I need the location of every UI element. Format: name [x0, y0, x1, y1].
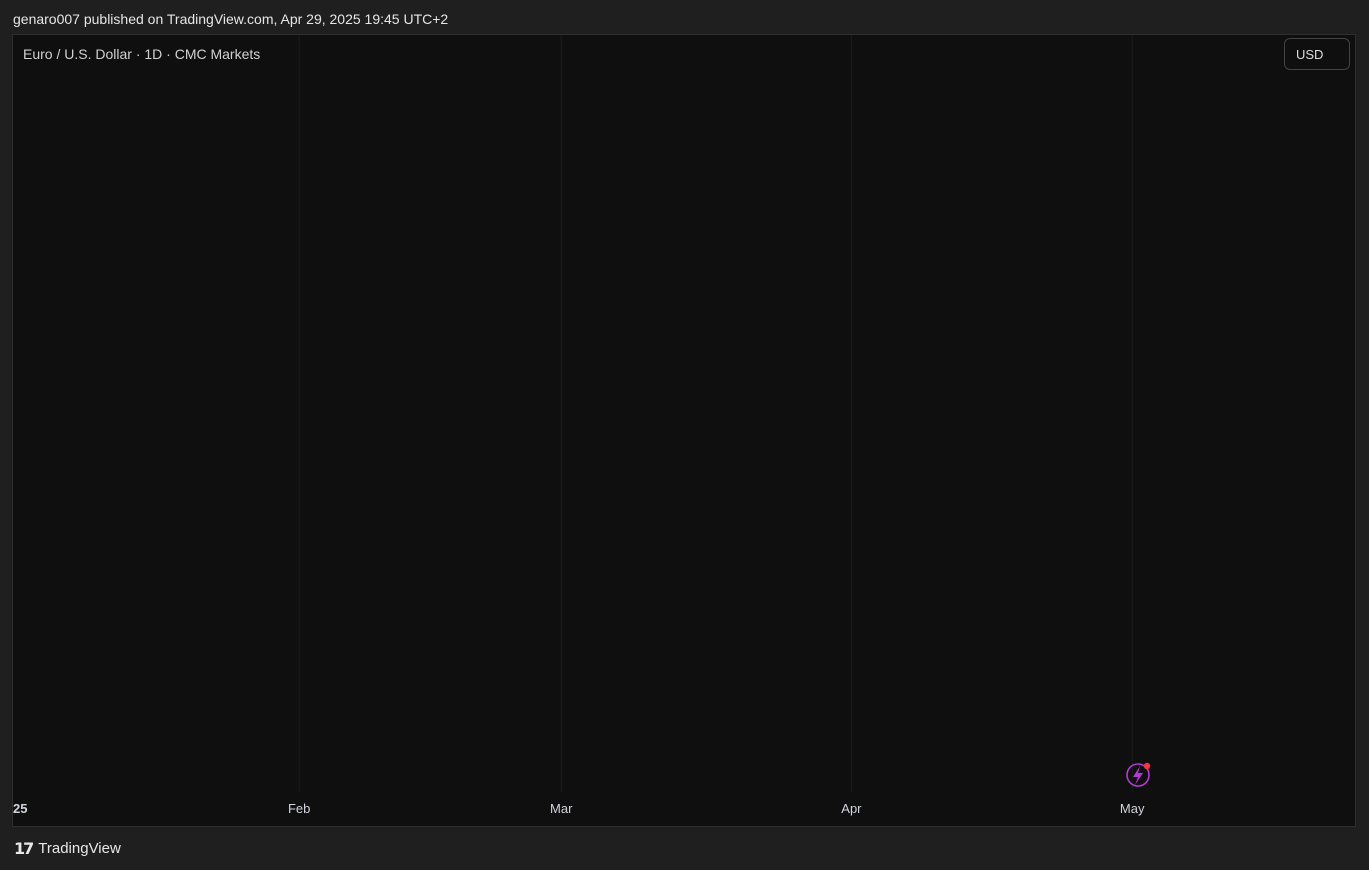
- x-tick-label: Mar: [550, 801, 573, 816]
- flash-icon[interactable]: [1126, 762, 1151, 787]
- currency-button[interactable]: USD: [1284, 38, 1350, 70]
- footer-bar: [0, 827, 1369, 870]
- x-tick-label: Apr: [841, 801, 862, 816]
- tradingview-logo[interactable]: 17 TradingView: [14, 839, 121, 858]
- x-tick-label: 25: [13, 801, 27, 816]
- currency-label: USD: [1296, 46, 1324, 62]
- symbol-title: Euro / U.S. Dollar · 1D · CMC Markets: [23, 46, 261, 62]
- price-chart[interactable]: 1.010001.020001.030001.040001.050001.060…: [0, 0, 1369, 870]
- x-tick-label: May: [1120, 801, 1145, 816]
- x-tick-label: Feb: [288, 801, 310, 816]
- tradingview-logo-text: TradingView: [38, 840, 121, 857]
- tradingview-logo-icon: 17: [14, 839, 34, 858]
